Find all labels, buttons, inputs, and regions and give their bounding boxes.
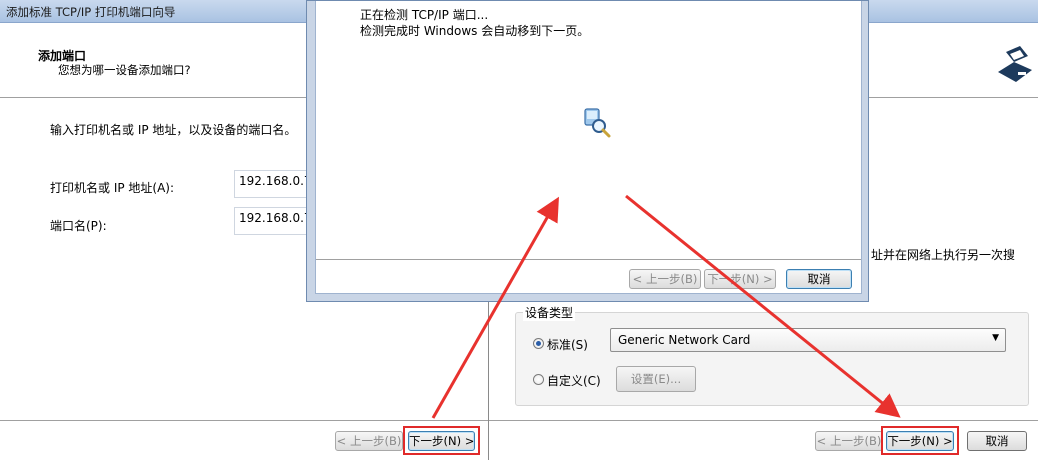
annotation-arrows	[431, 194, 901, 419]
arrow-to-dialog	[431, 196, 559, 419]
arrow-to-next-button	[625, 194, 901, 418]
